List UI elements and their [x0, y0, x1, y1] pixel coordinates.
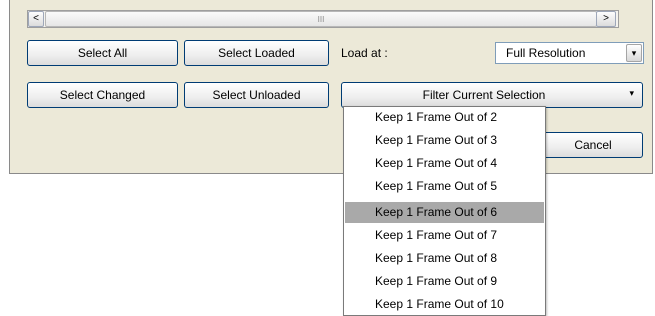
cancel-button[interactable]: Cancel: [543, 132, 643, 158]
scroll-left-button[interactable]: <: [28, 11, 44, 27]
select-changed-button[interactable]: Select Changed: [27, 82, 178, 108]
scrollbar-thumb[interactable]: III: [45, 11, 597, 27]
dropdown-item[interactable]: Keep 1 Frame Out of 4: [345, 153, 544, 174]
grip-icon: III: [317, 15, 325, 24]
chevron-down-icon: ▾: [629, 88, 634, 98]
dropdown-item[interactable]: Keep 1 Frame Out of 9: [345, 271, 544, 292]
dropdown-item[interactable]: Keep 1 Frame Out of 5: [345, 176, 544, 197]
select-all-button[interactable]: Select All: [27, 40, 178, 66]
filter-dropdown-list[interactable]: Keep 1 Frame Out of 2 Keep 1 Frame Out o…: [343, 106, 546, 316]
filter-value: Filter Current Selection: [422, 88, 546, 102]
load-at-label: Load at :: [341, 46, 388, 60]
load-at-value: Full Resolution: [506, 46, 586, 60]
select-loaded-button[interactable]: Select Loaded: [184, 40, 329, 66]
dropdown-item[interactable]: Keep 1 Frame Out of 2: [345, 107, 544, 128]
scroll-right-button[interactable]: >: [596, 11, 616, 27]
dropdown-item[interactable]: Keep 1 Frame Out of 3: [345, 130, 544, 151]
chevron-down-icon[interactable]: ▾: [626, 44, 642, 62]
horizontal-scrollbar[interactable]: < III >: [27, 10, 619, 28]
dropdown-item-highlighted[interactable]: Keep 1 Frame Out of 6: [345, 202, 544, 223]
select-unloaded-button[interactable]: Select Unloaded: [184, 82, 329, 108]
dropdown-item[interactable]: Keep 1 Frame Out of 7: [345, 225, 544, 246]
chevron-right-icon: >: [603, 13, 609, 24]
load-at-select[interactable]: Full Resolution ▾: [495, 42, 644, 64]
dropdown-item[interactable]: Keep 1 Frame Out of 10: [345, 294, 544, 315]
dropdown-item[interactable]: Keep 1 Frame Out of 8: [345, 248, 544, 269]
dialog-screenshot: < III > Select All Select Loaded Load at…: [0, 0, 655, 316]
chevron-left-icon: <: [33, 13, 39, 24]
filter-select[interactable]: Filter Current Selection ▾: [341, 82, 643, 108]
